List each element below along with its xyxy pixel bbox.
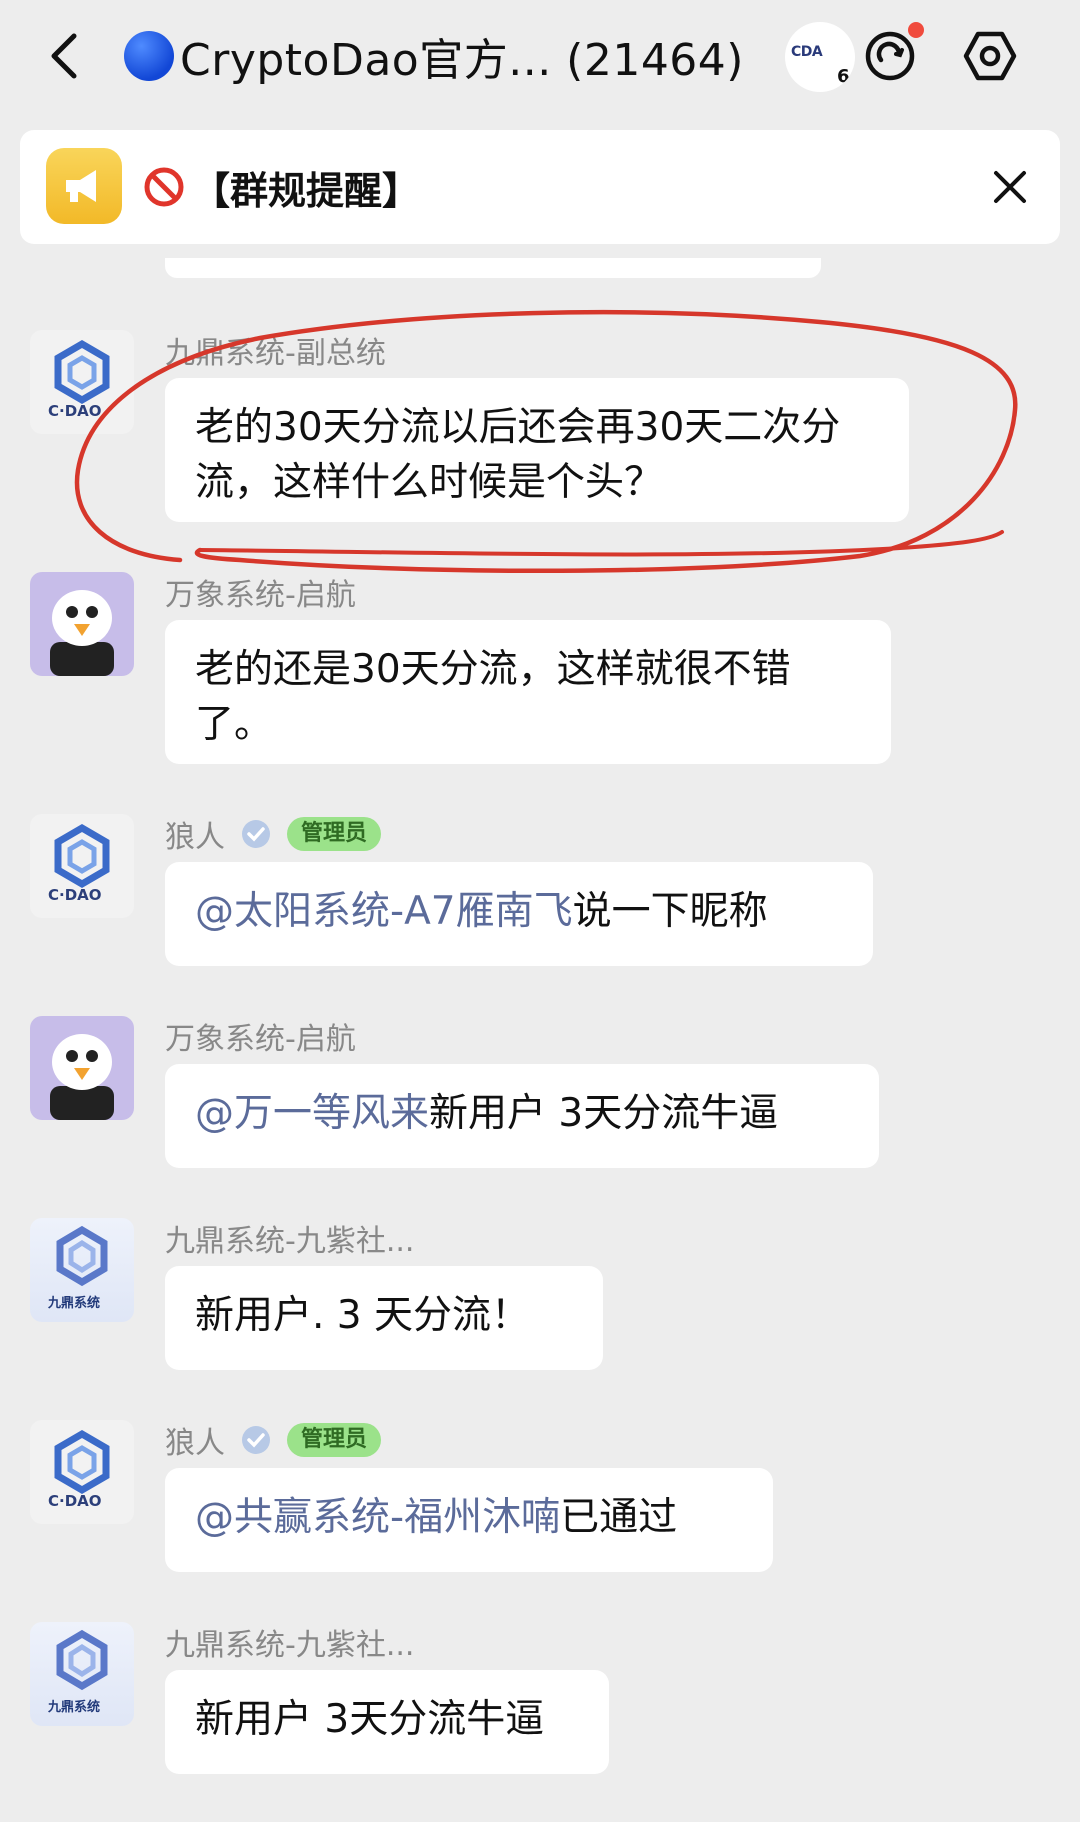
avatar[interactable]: C·DAO — [30, 1420, 134, 1524]
message-bubble[interactable]: @共赢系统-福州沐喃已通过 — [165, 1468, 773, 1572]
message-bubble[interactable]: 新用户. 3 天分流！ — [165, 1266, 603, 1370]
mention-link[interactable]: @太阳系统-A7雁南飞 — [195, 889, 573, 934]
sender-name: 九鼎系统-九紫社... — [165, 1224, 415, 1259]
message-text: 已通过 — [560, 1495, 678, 1540]
chevron-left-icon — [51, 33, 77, 79]
notification-dot — [908, 22, 924, 38]
verified-icon — [242, 1426, 270, 1454]
chat-title-text: CryptoDao官方... (21464) — [180, 35, 744, 86]
notice-text: 【群规提醒】 — [192, 168, 421, 213]
gear-icon — [963, 31, 1017, 81]
cdao-logo-text: C·DAO — [48, 886, 102, 904]
back-button[interactable] — [40, 28, 88, 84]
chat-header: CryptoDao官方... (21464) CDA 6 — [0, 0, 1080, 120]
avatar[interactable]: 九鼎系统 — [30, 1218, 134, 1322]
message-text: 老的30天分流以后还会再30天二次分流，这样什么时候是个头？ — [195, 405, 841, 505]
chat-title[interactable]: CryptoDao官方... (21464) — [124, 26, 744, 86]
settings-button[interactable] — [958, 24, 1022, 88]
prohibited-icon — [144, 167, 184, 207]
sender-name: 九鼎系统-副总统 — [165, 336, 386, 371]
group-avatar[interactable]: CDA 6 — [785, 22, 855, 92]
mention-link[interactable]: @万一等风来 — [195, 1091, 429, 1136]
notice-title: 【群规提醒】 — [142, 158, 420, 216]
sender-name-row: 狼人 管理员 — [165, 814, 382, 855]
avatar[interactable]: 九鼎系统 — [30, 1622, 134, 1726]
avatar[interactable]: C·DAO — [30, 814, 134, 918]
blue-circle-icon — [124, 31, 174, 81]
message-text: 新用户 3天分流牛逼 — [429, 1091, 779, 1136]
sender-name: 九鼎系统-九紫社... — [165, 1628, 415, 1663]
sender-name: 狼人 — [165, 820, 225, 855]
admin-badge: 管理员 — [287, 1423, 382, 1457]
previous-message-bubble — [165, 258, 821, 278]
avatar[interactable] — [30, 1016, 134, 1120]
megaphone-icon — [46, 148, 122, 224]
message-text: 新用户. 3 天分流！ — [195, 1293, 531, 1338]
sender-name-row: 狼人 管理员 — [165, 1420, 382, 1461]
avatar-label: 九鼎系统 — [48, 1700, 101, 1715]
message-bubble[interactable]: @万一等风来新用户 3天分流牛逼 — [165, 1064, 879, 1168]
close-icon — [994, 171, 1026, 203]
close-notice-button[interactable] — [988, 165, 1032, 209]
sender-name: 万象系统-启航 — [165, 578, 356, 613]
mention-link[interactable]: @共赢系统-福州沐喃 — [195, 1495, 560, 1540]
eagle-mascot-icon — [50, 590, 114, 676]
group-avatar-digit: 6 — [837, 66, 850, 87]
message-text: 说一下昵称 — [572, 889, 768, 934]
message-bubble[interactable]: 老的30天分流以后还会再30天二次分流，这样什么时候是个头？ — [165, 378, 909, 522]
sender-name: 万象系统-启航 — [165, 1022, 356, 1057]
avatar[interactable] — [30, 572, 134, 676]
admin-badge: 管理员 — [287, 817, 382, 851]
cdao-logo-text: C·DAO — [48, 1492, 102, 1510]
message-bubble[interactable]: @太阳系统-A7雁南飞说一下昵称 — [165, 862, 873, 966]
message-bubble[interactable]: 老的还是30天分流，这样就很不错了。 — [165, 620, 891, 764]
avatar[interactable]: C·DAO — [30, 330, 134, 434]
message-bubble[interactable]: 新用户 3天分流牛逼 — [165, 1670, 609, 1774]
verified-icon — [242, 820, 270, 848]
avatar-label: 九鼎系统 — [48, 1296, 101, 1311]
eagle-mascot-icon — [50, 1034, 114, 1120]
sender-name: 狼人 — [165, 1426, 225, 1461]
cdao-logo-text: C·DAO — [48, 402, 102, 420]
group-notice-bar[interactable]: 【群规提醒】 — [20, 130, 1060, 244]
chat-screen: CryptoDao官方... (21464) CDA 6 【群规提醒】 C·DA… — [0, 0, 1080, 1822]
message-text: 新用户 3天分流牛逼 — [195, 1697, 545, 1742]
group-avatar-text: CDA — [791, 44, 823, 60]
message-text: 老的还是30天分流，这样就很不错了。 — [195, 647, 791, 747]
